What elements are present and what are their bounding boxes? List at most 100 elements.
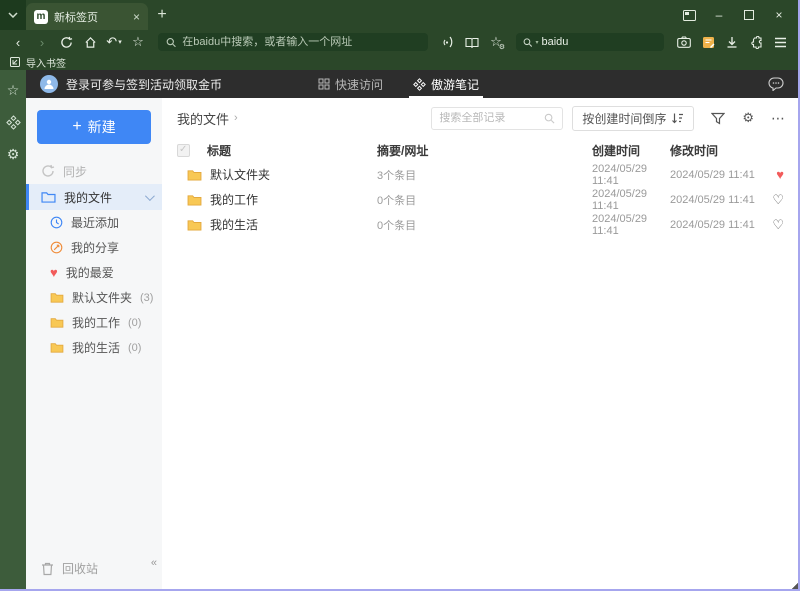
search-icon [166, 37, 176, 47]
tab-notes[interactable]: 傲游笔记 [409, 70, 484, 98]
speech-bubble-icon [768, 77, 784, 91]
sidebar-folder-default[interactable]: 默认文件夹 (3) [26, 285, 162, 310]
notes-clover-icon [413, 77, 426, 91]
notes-button[interactable] [698, 32, 718, 52]
notes-sidebar: + 新建 同步 我的文件 最近添加 我的分享 ♥ 我的最爱 默认文件夹 (3) … [26, 98, 162, 589]
notes-toolbar: 我的文件 › 按创建时间倒序 [162, 98, 798, 138]
login-prompt[interactable]: 登录可参与签到活动领取金币 [66, 76, 222, 93]
address-bar[interactable] [158, 33, 428, 51]
table-row[interactable]: 我的生活 0个条目 2024/05/29 11:41 2024/05/29 11… [162, 212, 798, 237]
sync-icon [42, 164, 55, 177]
row-summary: 0个条目 [377, 219, 417, 232]
sidebar-item-recent[interactable]: 最近添加 [26, 210, 162, 235]
view-settings-button[interactable]: ⚙ [742, 110, 754, 126]
boss-key-icon[interactable] [676, 4, 702, 26]
notes-app: 登录可参与签到活动领取金币 快速访问 傲游笔记 + 新建 同步 我的文件 最近添… [26, 70, 798, 589]
row-created: 2024/05/29 11:41 [592, 162, 648, 187]
quick-search-input[interactable] [541, 36, 657, 48]
undo-button[interactable]: ↶ ▾ [104, 32, 124, 52]
select-all-checkbox[interactable] [177, 143, 190, 157]
chevron-down-icon[interactable] [144, 190, 155, 201]
favorites-rail-icon[interactable]: ☆ [5, 82, 21, 98]
navigation-bar: ‹ › ↶▾ ☆ ☆⚙ ▾ [0, 30, 798, 54]
col-title[interactable]: 标题 [207, 142, 377, 159]
col-modified[interactable]: 修改时间 [670, 142, 762, 159]
book-icon [465, 37, 479, 48]
main-menu-button[interactable] [770, 32, 790, 52]
sidebar-folder-work[interactable]: 我的工作 (0) [26, 310, 162, 335]
downloads-button[interactable] [722, 32, 742, 52]
settings-gear-icon[interactable]: ⚙ [5, 146, 21, 162]
extensions-button[interactable] [746, 32, 766, 52]
forward-button[interactable]: › [32, 32, 52, 52]
trash-button[interactable]: 回收站 [26, 560, 98, 577]
address-input[interactable] [182, 36, 420, 48]
collect-to-favorites-button[interactable]: ☆ ⚙ [486, 32, 506, 52]
favorite-heart-icon[interactable]: ♡ [772, 218, 784, 231]
sort-desc-icon [672, 113, 684, 124]
breadcrumb[interactable]: 我的文件 › [177, 109, 238, 128]
table-row[interactable]: 我的工作 0个条目 2024/05/29 11:41 2024/05/29 11… [162, 187, 798, 212]
reader-mode-button[interactable] [462, 32, 482, 52]
tab-quick-access[interactable]: 快速访问 [318, 70, 383, 98]
row-summary: 3个条目 [377, 169, 417, 182]
tab-list-menu-button[interactable] [0, 0, 26, 30]
reload-button[interactable] [56, 32, 76, 52]
favorite-heart-icon[interactable]: ♥ [776, 168, 784, 181]
folder-name: 我的工作 [72, 316, 121, 330]
filter-button[interactable] [711, 112, 726, 125]
resize-grip[interactable] [792, 583, 798, 589]
feedback-button[interactable] [768, 77, 784, 91]
notes-search-box[interactable] [431, 106, 564, 130]
notes-clover-icon[interactable] [5, 114, 21, 130]
sort-button[interactable]: 按创建时间倒序 [572, 105, 695, 131]
minimize-button[interactable]: – [706, 4, 732, 26]
side-rail: ☆ ⚙ [0, 70, 26, 589]
screenshot-button[interactable] [674, 32, 694, 52]
new-note-button[interactable]: + 新建 [37, 110, 151, 144]
read-aloud-button[interactable] [438, 32, 458, 52]
sidebar-item-shares[interactable]: 我的分享 [26, 235, 162, 260]
tab-close-icon[interactable]: × [133, 10, 140, 24]
folder-count: (3) [140, 291, 154, 304]
user-icon [44, 79, 54, 89]
browser-tab[interactable]: m 新标签页 × [26, 3, 148, 30]
share-icon [50, 241, 63, 254]
favorite-heart-icon[interactable]: ♡ [772, 193, 784, 206]
favorite-page-button[interactable]: ☆ [128, 32, 148, 52]
breadcrumb-arrow-icon: › [234, 112, 238, 124]
folder-icon [50, 343, 64, 353]
col-created[interactable]: 创建时间 [592, 142, 670, 159]
trash-icon [42, 562, 53, 575]
close-button[interactable]: × [766, 4, 792, 26]
new-tab-button[interactable]: + [148, 0, 176, 30]
note-icon [702, 36, 714, 48]
home-icon [84, 36, 96, 48]
folder-icon [187, 219, 202, 231]
row-summary: 0个条目 [377, 194, 417, 207]
folder-icon [50, 293, 64, 303]
col-summary[interactable]: 摘要/网址 [377, 142, 592, 159]
window-controls: – × [676, 0, 798, 30]
table-row[interactable]: 默认文件夹 3个条目 2024/05/29 11:41 2024/05/29 1… [162, 162, 798, 187]
sidebar-folder-life[interactable]: 我的生活 (0) [26, 335, 162, 360]
sidebar-item-sync[interactable]: 同步 [26, 158, 162, 184]
row-modified: 2024/05/29 11:41 [670, 168, 755, 181]
read-aloud-icon [443, 36, 453, 48]
more-button[interactable]: ⋯ [771, 110, 786, 127]
notes-main: 我的文件 › 按创建时间倒序 [162, 98, 798, 589]
sidebar-item-favorites[interactable]: ♥ 我的最爱 [26, 260, 162, 285]
notes-search-input[interactable] [439, 112, 541, 124]
clock-icon [50, 216, 63, 229]
collapse-sidebar-button[interactable]: « [151, 557, 157, 569]
sidebar-item-my-files[interactable]: 我的文件 [26, 184, 162, 210]
avatar[interactable] [40, 75, 58, 93]
heart-icon: ♥ [50, 265, 58, 280]
maximize-button[interactable] [736, 4, 762, 26]
quick-search-box[interactable]: ▾ [516, 33, 664, 51]
home-button[interactable] [80, 32, 100, 52]
back-button[interactable]: ‹ [8, 32, 28, 52]
gear-icon: ⚙ [742, 110, 754, 125]
search-engine-caret[interactable]: ▾ [535, 39, 538, 46]
import-bookmarks-button[interactable]: 导入书签 [26, 55, 66, 70]
